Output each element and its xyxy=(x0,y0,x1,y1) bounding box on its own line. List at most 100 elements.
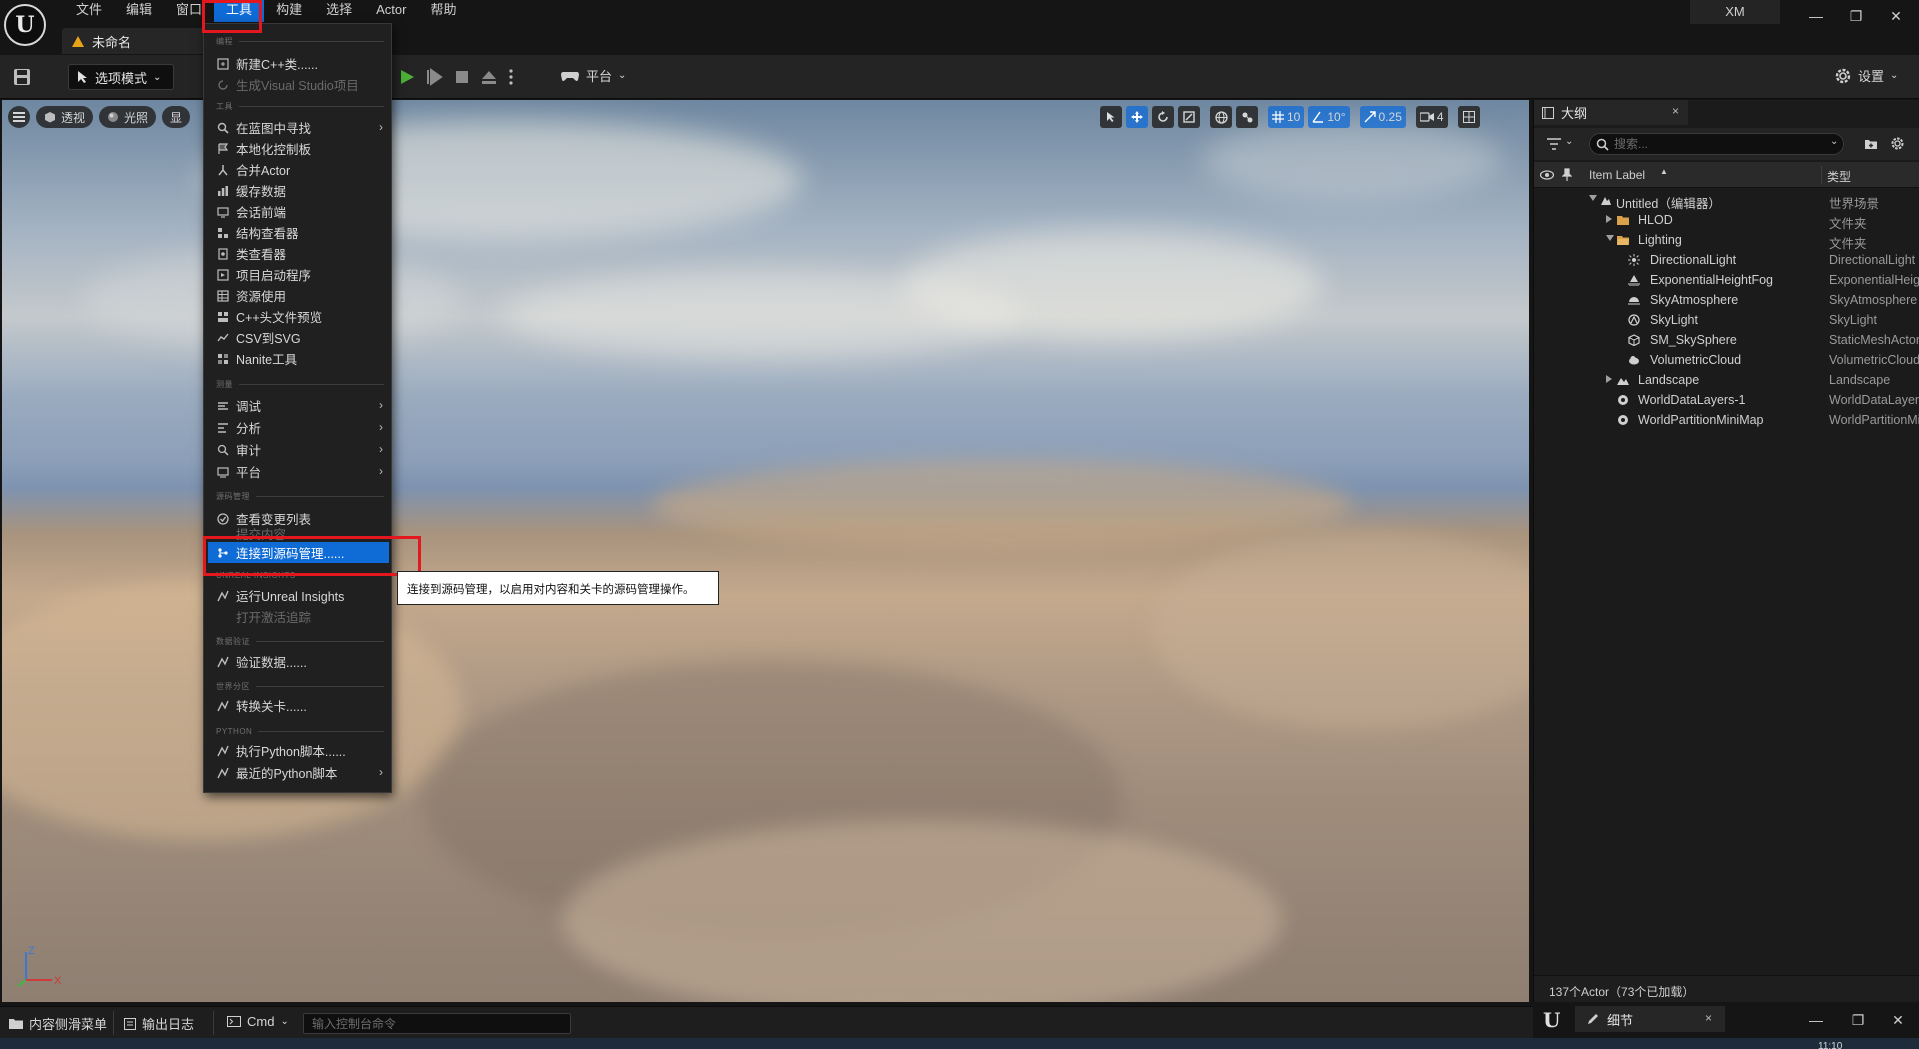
user-badge[interactable]: XM xyxy=(1690,0,1780,24)
chevron-down-icon[interactable]: ⌄ xyxy=(1565,136,1573,147)
menu-item-convert-level[interactable]: 转换关卡...... xyxy=(208,695,389,716)
chevron-down-icon[interactable]: ⌄ xyxy=(1830,136,1838,147)
show-button[interactable]: 显 xyxy=(162,106,191,128)
menu-item-connect-source-control[interactable]: 连接到源码管理...... xyxy=(208,542,389,563)
viewport-layout-button[interactable] xyxy=(1457,106,1480,128)
outliner-row[interactable]: VolumetricCloud VolumetricCloud xyxy=(1534,350,1919,370)
translate-tool[interactable] xyxy=(1126,106,1148,128)
output-log-button[interactable]: 输出日志 xyxy=(124,1014,194,1033)
scale-tool[interactable] xyxy=(1178,106,1200,128)
menu-item-class-viewer[interactable]: 类查看器 xyxy=(208,243,389,264)
mode-select[interactable]: 选项模式 ⌄ xyxy=(68,64,174,90)
menu-item-asset-usage[interactable]: 资源使用 xyxy=(208,285,389,306)
menu-item-new-cpp-class[interactable]: 新建C++类...... xyxy=(208,53,389,74)
menu-build[interactable]: 构建 xyxy=(264,0,314,22)
menu-item-csv-to-svg[interactable]: CSV到SVG xyxy=(208,327,389,348)
settings-button[interactable]: 设置 ⌄ xyxy=(1834,66,1898,85)
menu-item-submit-content[interactable]: 提交内容 xyxy=(208,526,389,541)
menu-item-run-unreal-insights[interactable]: 运行Unreal Insights xyxy=(208,585,389,606)
step-icon[interactable] xyxy=(426,68,444,86)
menu-item-session-frontend[interactable]: 会话前端 xyxy=(208,201,389,222)
restore-icon[interactable]: ❐ xyxy=(1843,1008,1873,1032)
outliner-row[interactable]: HLOD 文件夹 xyxy=(1534,210,1919,231)
eye-icon[interactable] xyxy=(1540,170,1554,180)
menu-item-struct-viewer[interactable]: 结构查看器 xyxy=(208,222,389,243)
menu-help[interactable]: 帮助 xyxy=(418,0,468,22)
menu-item-open-live-trace[interactable]: 打开激活追踪 xyxy=(208,606,389,627)
outliner-row[interactable]: WorldDataLayers-1 WorldDataLayers xyxy=(1534,390,1919,410)
outliner-search-input[interactable] xyxy=(1589,133,1844,155)
platform-button[interactable]: 平台 ⌄ xyxy=(560,66,626,85)
expand-arrow-icon[interactable] xyxy=(1589,195,1597,201)
gear-icon[interactable] xyxy=(1890,136,1905,151)
menu-actor[interactable]: Actor xyxy=(364,0,418,22)
outliner-row[interactable]: Lighting 文件夹 xyxy=(1534,230,1919,251)
outliner-row[interactable]: SM_SkySphere StaticMeshActor xyxy=(1534,330,1919,350)
menu-item-project-launcher[interactable]: 项目启动程序 xyxy=(208,264,389,285)
expand-arrow-icon[interactable] xyxy=(1606,375,1612,383)
expand-arrow-icon[interactable] xyxy=(1606,215,1612,223)
menu-item-generate-vs-project[interactable]: 生成Visual Studio项目 xyxy=(208,74,389,95)
document-tab[interactable]: 未命名 xyxy=(62,28,210,54)
outliner-row[interactable]: Untitled（编辑器） 世界场景 xyxy=(1534,190,1919,211)
grid-snap-toggle[interactable]: 10 xyxy=(1268,106,1305,128)
minimize-icon[interactable]: — xyxy=(1801,4,1831,28)
outliner-row[interactable]: DirectionalLight DirectionalLight xyxy=(1534,250,1919,270)
details-tab[interactable]: 细节 × xyxy=(1575,1006,1725,1032)
select-tool[interactable] xyxy=(1100,106,1122,128)
expand-arrow-icon[interactable] xyxy=(1606,235,1614,241)
camera-speed-button[interactable]: 4 xyxy=(1415,106,1448,128)
menu-item-audit[interactable]: 审计 › xyxy=(208,439,389,460)
surface-snap-toggle[interactable] xyxy=(1236,106,1258,128)
unreal-logo-icon[interactable]: U xyxy=(4,4,46,46)
content-drawer-button[interactable]: 内容侧滑菜单 xyxy=(9,1014,107,1033)
save-icon[interactable] xyxy=(12,67,32,87)
close-icon[interactable]: × xyxy=(1705,1011,1712,1025)
menu-item-cache-data[interactable]: 缓存数据 xyxy=(208,180,389,201)
close-icon[interactable]: × xyxy=(1672,104,1679,118)
outliner-row[interactable]: WorldPartitionMiniMap WorldPartitionMini… xyxy=(1534,410,1919,430)
menu-item-validate-data[interactable]: 验证数据...... xyxy=(208,651,389,672)
outliner-row[interactable]: SkyLight SkyLight xyxy=(1534,310,1919,330)
lighting-button[interactable]: 光照 xyxy=(99,106,157,128)
outliner-row[interactable]: Landscape Landscape xyxy=(1534,370,1919,390)
column-type[interactable]: 类型 xyxy=(1827,168,1851,185)
menu-item-find-in-blueprints[interactable]: 在蓝图中寻找 › xyxy=(208,117,389,138)
close-window-icon[interactable]: ✕ xyxy=(1883,1008,1913,1032)
play-icon[interactable] xyxy=(398,68,416,86)
viewport-menu-button[interactable] xyxy=(8,106,30,128)
rotate-tool[interactable] xyxy=(1152,106,1174,128)
menu-select[interactable]: 选择 xyxy=(314,0,364,22)
outliner-row[interactable]: SkyAtmosphere SkyAtmosphere xyxy=(1534,290,1919,310)
outliner-tab[interactable]: 大纲 × xyxy=(1534,100,1688,125)
perspective-button[interactable]: 透视 xyxy=(36,106,94,128)
eject-icon[interactable] xyxy=(480,68,498,86)
menu-item-platform[interactable]: 平台 › xyxy=(208,461,389,482)
filter-icon[interactable] xyxy=(1547,138,1561,150)
column-item-label[interactable]: Item Label xyxy=(1589,168,1645,182)
menu-item-execute-python-script[interactable]: 执行Python脚本...... xyxy=(208,740,389,761)
menu-item-recent-python-scripts[interactable]: 最近的Python脚本 › xyxy=(208,762,389,783)
console-command-input[interactable] xyxy=(303,1013,571,1034)
cmd-select[interactable]: Cmd ⌄ xyxy=(227,1014,289,1029)
restore-icon[interactable]: ❐ xyxy=(1841,4,1871,28)
menu-item-cpp-header-preview[interactable]: C++头文件预览 xyxy=(208,306,389,327)
menu-item-debug[interactable]: 调试 › xyxy=(208,395,389,416)
close-window-icon[interactable]: ✕ xyxy=(1881,4,1911,28)
outliner-row[interactable]: ExponentialHeightFog ExponentialHeightFo… xyxy=(1534,270,1919,290)
world-local-toggle[interactable] xyxy=(1210,106,1232,128)
rotation-snap-toggle[interactable]: 10° xyxy=(1308,106,1350,128)
menu-item-merge-actors[interactable]: 合并Actor xyxy=(208,159,389,180)
scale-snap-toggle[interactable]: 0.25 xyxy=(1359,106,1406,128)
pin-icon[interactable] xyxy=(1562,168,1572,181)
add-folder-icon[interactable] xyxy=(1864,137,1878,150)
menu-edit[interactable]: 编辑 xyxy=(114,0,164,22)
stop-icon[interactable] xyxy=(454,69,470,85)
menu-file[interactable]: 文件 xyxy=(64,0,114,22)
menu-item-analyze[interactable]: 分析 › xyxy=(208,417,389,438)
more-options-icon[interactable] xyxy=(508,68,514,86)
menu-tools[interactable]: 工具 xyxy=(214,0,265,22)
menu-window[interactable]: 窗口 xyxy=(164,0,214,22)
minimize-icon[interactable]: — xyxy=(1801,1008,1831,1032)
menu-item-nanite-tools[interactable]: Nanite工具 xyxy=(208,348,389,369)
